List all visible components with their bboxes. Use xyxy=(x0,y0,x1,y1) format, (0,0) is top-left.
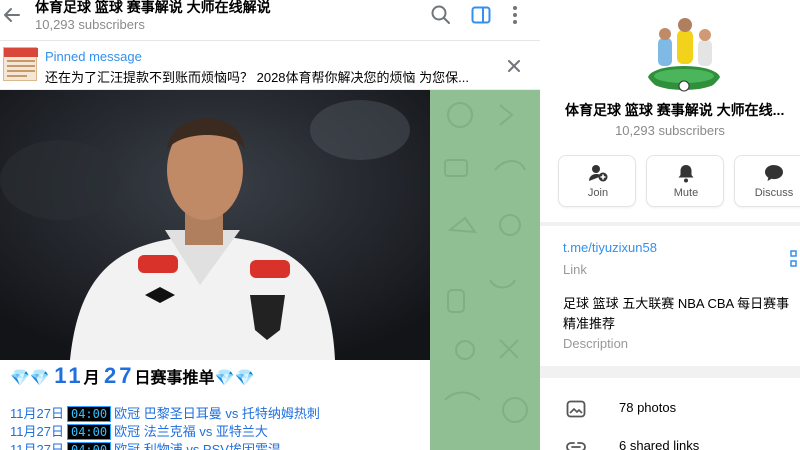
search-icon[interactable] xyxy=(430,4,452,26)
description-caption: Description xyxy=(563,336,629,351)
match-date: 11月27日 xyxy=(10,406,64,421)
sidebar-toggle-icon[interactable] xyxy=(470,4,492,26)
join-button[interactable]: Join xyxy=(558,155,636,207)
join-label: Join xyxy=(587,187,609,199)
chat-wallpaper xyxy=(430,90,540,450)
match-text: 欧冠 利物浦 vs PSV埃因霍温 xyxy=(114,442,281,450)
discuss-label: Discuss xyxy=(754,187,794,199)
channel-info-panel: 体育足球 篮球 赛事解说 大师在线... 10,293 subscribers … xyxy=(540,0,800,450)
post-heading: 💎💎 11月 27日赛事推单💎💎 xyxy=(10,363,254,389)
profile-header: 体育足球 篮球 赛事解说 大师在线... 10,293 subscribers … xyxy=(540,0,800,222)
bell-icon xyxy=(678,165,694,183)
match-text: 欧冠 巴黎圣日耳曼 vs 托特纳姆热刺 xyxy=(114,406,320,421)
clock-time: 04:00 xyxy=(66,406,112,422)
match-text: 欧冠 法兰克福 vs 亚特兰大 xyxy=(114,424,268,439)
profile-subscriber-count: 10,293 subscribers xyxy=(615,123,725,138)
chat-bubble-icon xyxy=(765,165,783,181)
heading-date-number: 27 xyxy=(104,363,135,388)
telegram-window: 体育足球 篮球 赛事解说 大师在线解说 10,293 subscribers P… xyxy=(0,0,800,450)
link-icon xyxy=(566,442,586,450)
qr-code-icon[interactable] xyxy=(790,250,800,273)
discuss-button[interactable]: Discuss xyxy=(734,155,800,207)
clock-time: 04:00 xyxy=(66,424,112,440)
add-user-icon xyxy=(589,165,608,182)
links-row[interactable]: 6 shared links xyxy=(540,428,800,450)
pinned-thumbnail xyxy=(3,47,38,81)
shared-media-list: 78 photos 6 shared links xyxy=(540,378,800,450)
diamond-emoji: 💎💎 xyxy=(10,370,50,387)
back-arrow-icon[interactable] xyxy=(2,5,22,25)
chat-header: 体育足球 篮球 赛事解说 大师在线解说 10,293 subscribers xyxy=(0,0,540,41)
channel-details: t.me/tiyuzixun58 Link 足球 篮球 五大联赛 NBA CBA… xyxy=(540,226,800,366)
heading-tail: 日赛事推单💎💎 xyxy=(134,370,255,387)
pinned-label: Pinned message xyxy=(45,49,142,64)
match-line[interactable]: 11月27日 04:00 欧冠 法兰克福 vs 亚特兰大 xyxy=(10,421,268,440)
post-photo[interactable] xyxy=(0,90,430,360)
channel-link[interactable]: t.me/tiyuzixun58 xyxy=(563,240,657,255)
chat-pane: 体育足球 篮球 赛事解说 大师在线解说 10,293 subscribers P… xyxy=(0,0,540,450)
channel-title[interactable]: 体育足球 篮球 赛事解说 大师在线解说 xyxy=(35,0,271,17)
channel-avatar[interactable] xyxy=(640,8,728,96)
links-count: 6 shared links xyxy=(619,438,700,450)
pinned-text: 还在为了汇汪提款不到账而烦恼吗？ 2028体育帮你解决您的烦恼 为您保... xyxy=(45,70,469,85)
photos-row[interactable]: 78 photos xyxy=(540,390,800,426)
heading-month: 月 xyxy=(83,370,100,387)
subscriber-count: 10,293 subscribers xyxy=(35,17,145,32)
match-line[interactable]: 11月27日 04:00 欧冠 利物浦 vs PSV埃因霍温 xyxy=(10,439,281,450)
photos-count: 78 photos xyxy=(619,400,677,415)
channel-post: 💎💎 11月 27日赛事推单💎💎 11月27日 04:00 欧冠 巴黎圣日耳曼 vs… xyxy=(0,90,430,450)
match-date: 11月27日 xyxy=(10,424,64,439)
more-options-icon[interactable] xyxy=(504,4,526,26)
profile-title: 体育足球 篮球 赛事解说 大师在线... xyxy=(565,102,785,118)
mute-label: Mute xyxy=(673,187,699,199)
match-date: 11月27日 xyxy=(10,442,64,450)
link-caption: Link xyxy=(563,262,587,277)
channel-description: 足球 篮球 五大联赛 NBA CBA 每日赛事精准推荐 xyxy=(563,296,790,331)
heading-day-number: 11 xyxy=(54,363,84,388)
mute-button[interactable]: Mute xyxy=(646,155,724,207)
match-line[interactable]: 11月27日 04:00 欧冠 巴黎圣日耳曼 vs 托特纳姆热刺 xyxy=(10,403,320,422)
photo-icon xyxy=(566,400,586,418)
close-icon[interactable] xyxy=(505,57,523,75)
pinned-message-bar[interactable]: Pinned message 还在为了汇汪提款不到账而烦恼吗？ 2028体育帮你… xyxy=(0,42,540,90)
clock-time: 04:00 xyxy=(66,442,112,450)
